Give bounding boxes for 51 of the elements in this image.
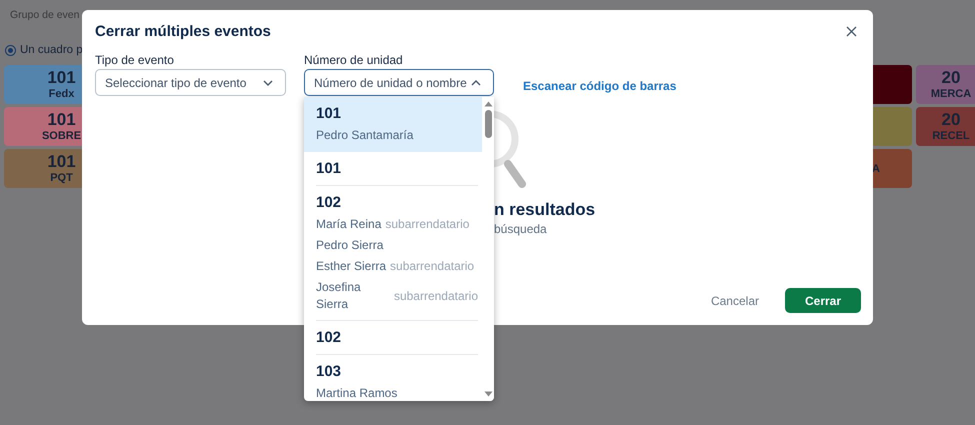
unit-option[interactable]: 103 Martina Ramos xyxy=(304,355,482,401)
tile-label: Fedx xyxy=(48,87,74,101)
dialog-title: Cerrar múltiples eventos xyxy=(95,22,271,40)
unit-number: 101 xyxy=(47,68,76,87)
unit-number: 102 xyxy=(316,329,342,347)
field-label: Tipo de evento xyxy=(95,52,175,68)
unit-number: 101 xyxy=(47,110,76,129)
filter-label[interactable]: Grupo de even xyxy=(10,9,80,21)
scroll-down-icon[interactable] xyxy=(484,391,492,397)
unit-number: 20 xyxy=(942,68,960,87)
chevron-icon xyxy=(471,80,481,86)
close-events-button[interactable]: Cerrar xyxy=(785,288,861,313)
resident-name: María Reina xyxy=(316,216,382,233)
magnifier-icon xyxy=(494,110,527,188)
unit-number: 101 xyxy=(316,105,342,123)
unit-number: 101 xyxy=(316,160,342,178)
unit-number: 102 xyxy=(316,194,342,212)
resident-role: subarrendatario xyxy=(390,258,474,275)
resident-name: Esther Sierra xyxy=(316,258,386,275)
unit-option[interactable]: 102 María Reina subarrendatario Pedro Sierra Esther Sierra subarrendatario Josefina Sierra subarrendatario xyxy=(304,186,482,321)
unit-option[interactable]: 102 xyxy=(304,321,482,355)
unit-option[interactable]: 101 xyxy=(304,152,482,186)
tile-label: MERCA xyxy=(930,87,972,101)
radio-label: Un cuadro p xyxy=(20,44,83,56)
tile-label: SOBRE xyxy=(42,129,82,143)
empty-state-title: n resultados xyxy=(494,200,596,220)
unit-number: 103 xyxy=(316,363,342,381)
empty-state-hint: búsqueda xyxy=(494,221,548,238)
tile-label: RECEL xyxy=(932,129,970,143)
scan-barcode-link[interactable]: Escanear código de barras xyxy=(523,79,676,93)
resident-role: subarrendatario xyxy=(394,288,478,304)
unit-number: 20 xyxy=(942,110,960,129)
cancel-button[interactable]: Cancelar xyxy=(710,288,759,313)
unit-number: 101 xyxy=(47,152,76,171)
radio-button[interactable] xyxy=(5,44,16,56)
chevron-icon xyxy=(263,80,273,86)
resident-name: Martina Ramos xyxy=(316,385,398,401)
unit-select[interactable]: Número de unidad o nombre xyxy=(304,69,494,96)
resident-name: Pedro Sierra xyxy=(316,237,384,254)
tile-label: A xyxy=(872,162,880,176)
scroll-up-icon[interactable] xyxy=(484,101,492,107)
field-label: Número de unidad xyxy=(304,52,404,68)
tile-label: PQT xyxy=(50,171,73,185)
resident-name: Pedro Santamaría xyxy=(316,127,414,144)
unit-option[interactable]: 101 Pedro Santamaría xyxy=(304,97,482,152)
resident-name: Josefina Sierra xyxy=(316,279,362,313)
event-type-select[interactable]: Seleccionar tipo de evento xyxy=(95,69,286,96)
resident-role: subarrendatario xyxy=(385,216,470,233)
close-icon[interactable] xyxy=(846,26,857,36)
event-tile[interactable]: 20 MERCA xyxy=(916,65,975,104)
scrollbar-thumb[interactable] xyxy=(484,110,492,138)
